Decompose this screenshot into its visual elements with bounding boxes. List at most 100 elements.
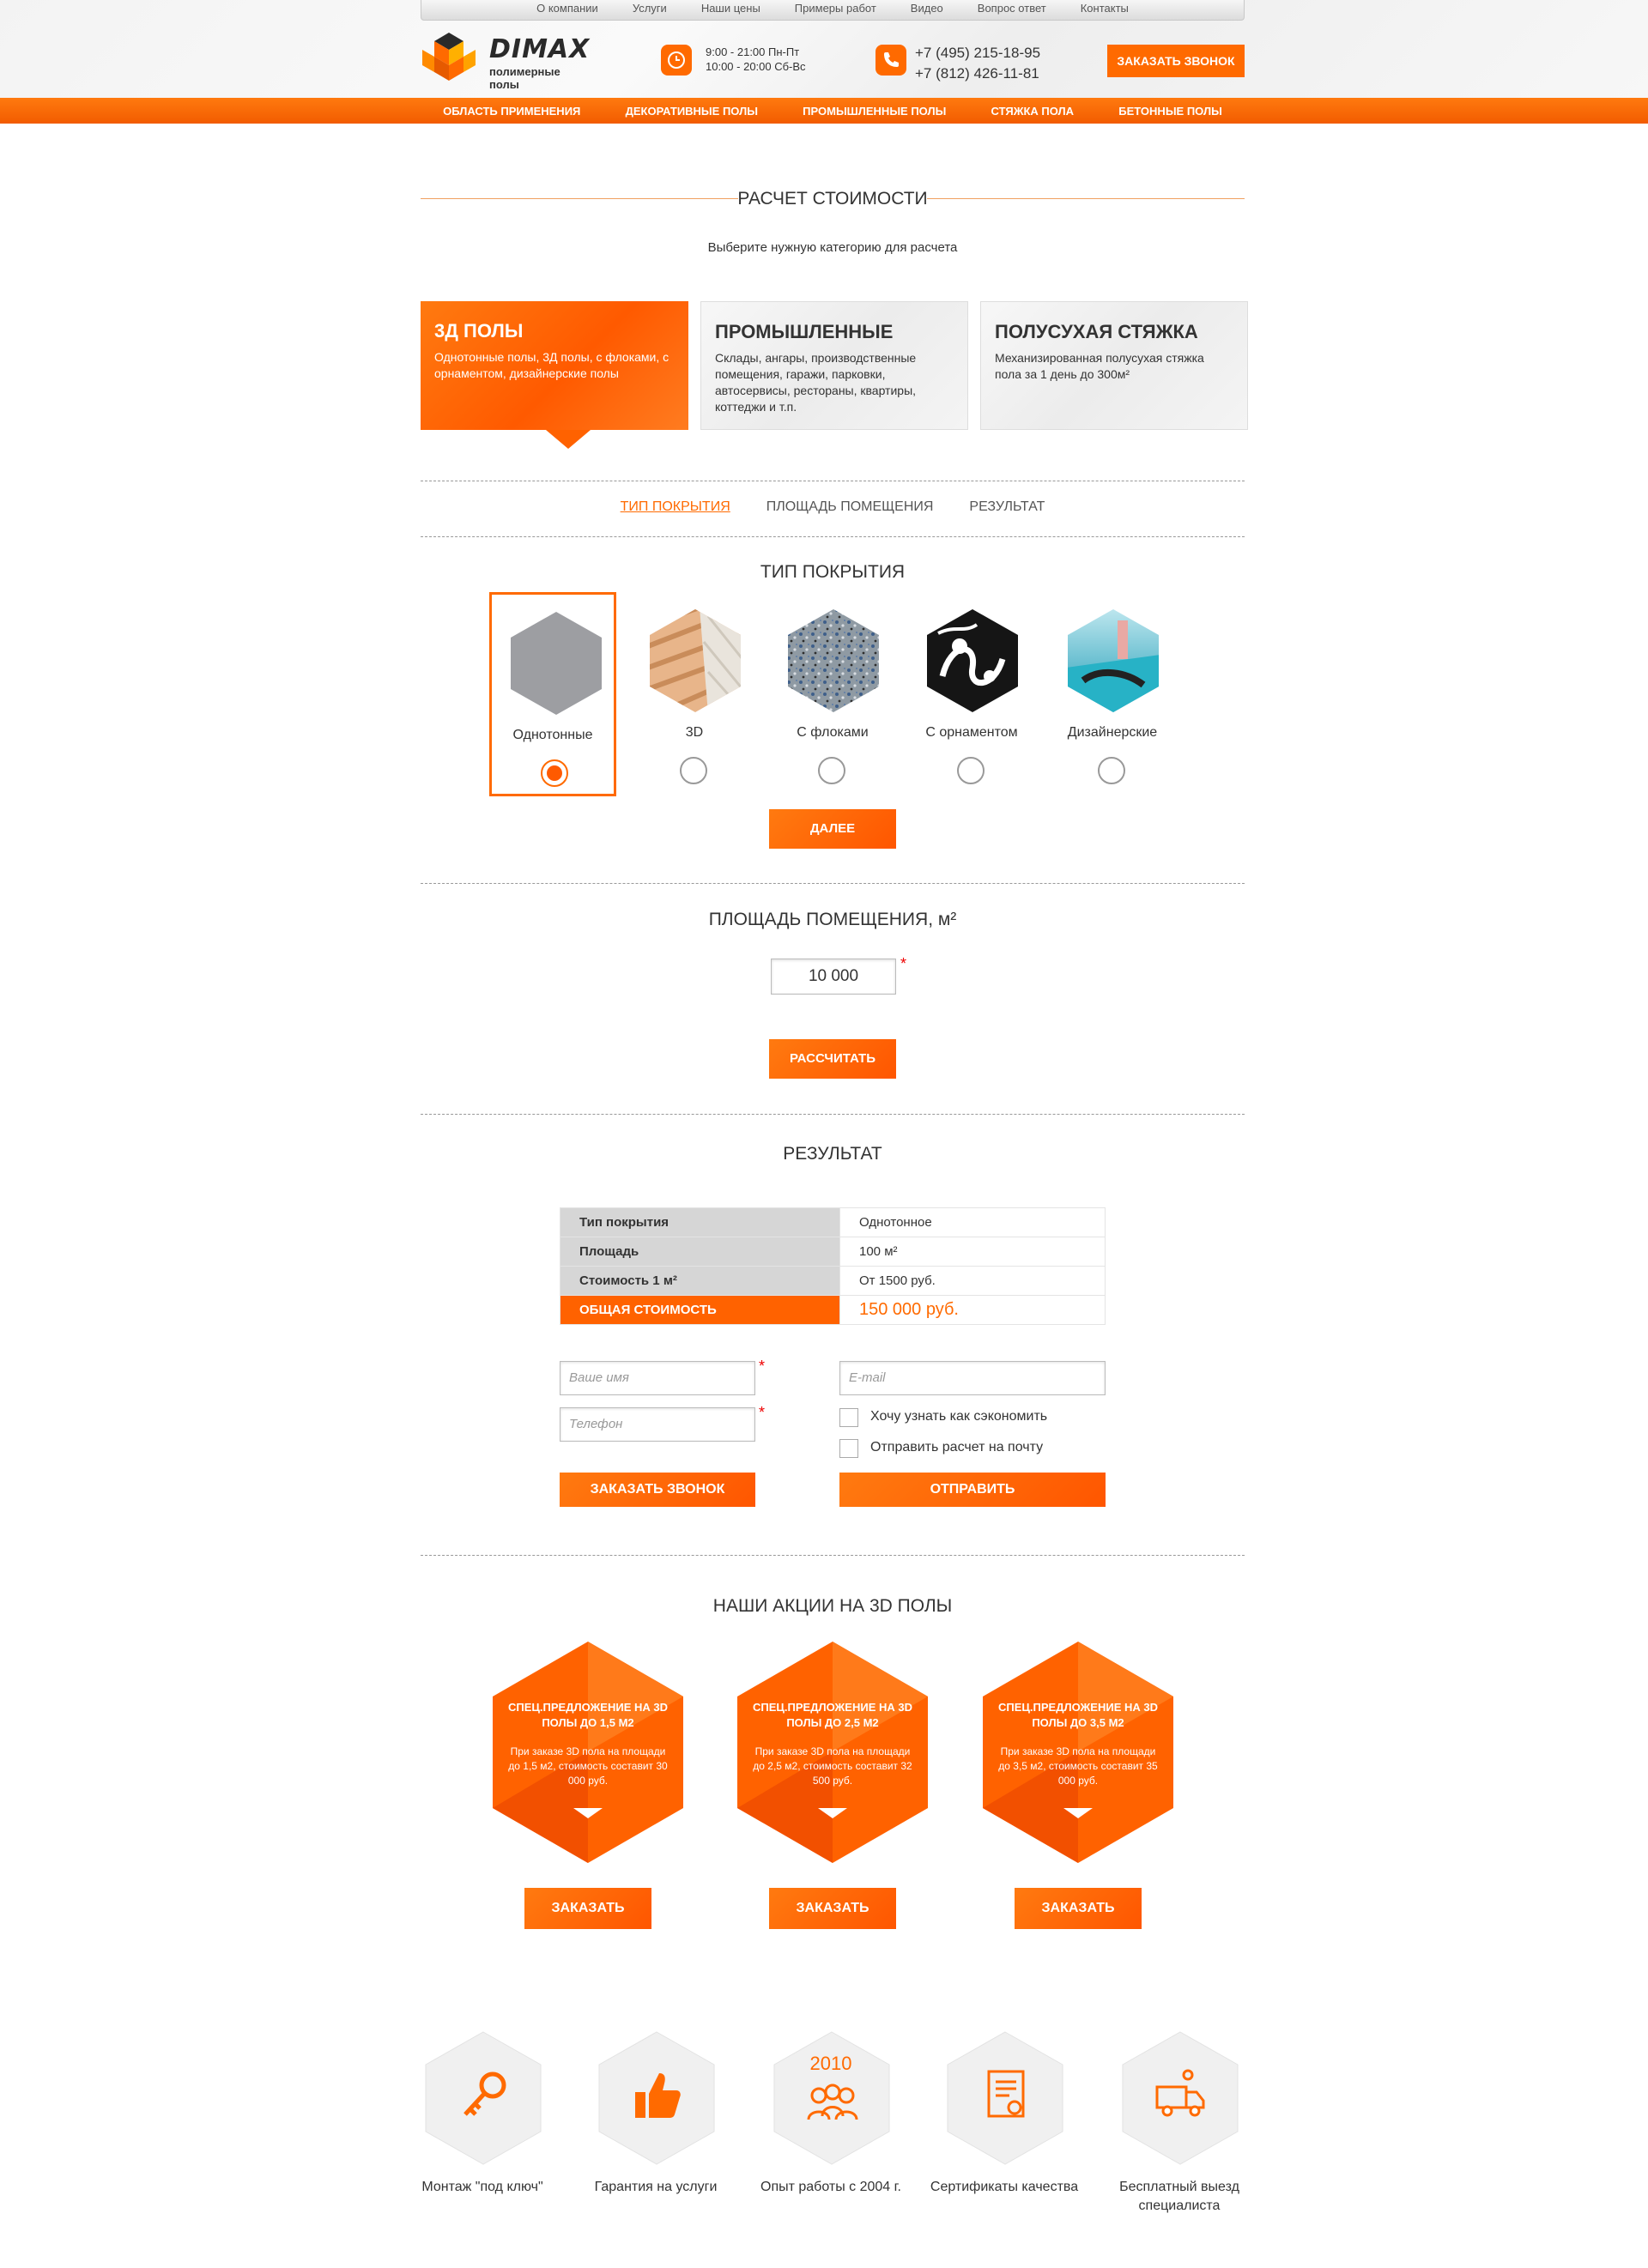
truck-icon [1155, 2069, 1205, 2117]
result-value: Однотонное [839, 1207, 1106, 1237]
next-button[interactable]: ДАЛЕЕ [769, 809, 896, 849]
logo-cubes-icon [422, 33, 476, 81]
calc-hint: Выберите нужную категорию для расчета [707, 240, 958, 255]
main-nav-item[interactable]: ПРОМЫШЛЕННЫЕ ПОЛЫ [803, 105, 946, 118]
feature-label: Гарантия на услуги [594, 2180, 718, 2194]
category-pointer [546, 430, 591, 449]
promo-order-button[interactable]: ЗАКАЗАТЬ [769, 1888, 896, 1929]
team-icon [807, 2084, 858, 2120]
certificate-icon [987, 2070, 1025, 2118]
phone-msk[interactable]: +7 (495) 215-18-95 [915, 43, 1040, 64]
phone-field[interactable]: Телефон [560, 1407, 755, 1442]
feature-label: Опыт работы с 2004 г. [760, 2180, 901, 2194]
table-row: Стоимость 1 м² От 1500 руб. [560, 1266, 1106, 1296]
promo-desc: При заказе 3D пола на площади до 2,5 м2,… [753, 1745, 912, 1787]
working-hours: 9:00 - 21:00 Пн-Пт 10:00 - 20:00 Сб-Вс [706, 45, 806, 74]
divider [421, 1555, 1245, 1556]
table-row-total: ОБЩАЯ СТОИМОСТЬ 150 000 руб. [560, 1295, 1106, 1325]
category-desc: Механизированная полусухая стяжка пола з… [995, 351, 1204, 381]
phones: +7 (495) 215-18-95 +7 (812) 426-11-81 [915, 43, 1040, 84]
hours-weekend: 10:00 - 20:00 Сб-Вс [706, 60, 806, 73]
top-nav-item[interactable]: Услуги [615, 0, 684, 20]
required-mark: * [759, 1404, 766, 1421]
coverage-label: 3D [685, 725, 704, 740]
feature-year: 2010 [809, 2053, 852, 2074]
divider [421, 1114, 1245, 1115]
logo-tagline: полимерные полы [489, 65, 560, 91]
ornament-swatch-icon [927, 609, 1018, 712]
coverage-title: ТИП ПОКРЫТИЯ [760, 562, 906, 582]
category-title: ПОЛУСУХАЯ СТЯЖКА [995, 321, 1198, 342]
hours-weekdays: 9:00 - 21:00 Пн-Пт [706, 45, 800, 58]
main-nav-item[interactable]: ОБЛАСТЬ ПРИМЕНЕНИЯ [443, 105, 580, 118]
top-nav-item[interactable]: Контакты [1063, 0, 1146, 20]
category-desc: Склады, ангары, производственные помещен… [715, 351, 917, 414]
main-nav-item[interactable]: ДЕКОРАТИВНЫЕ ПОЛЫ [626, 105, 758, 118]
arrow-down-icon [818, 1808, 847, 1818]
email-field[interactable]: E-mail [839, 1361, 1106, 1395]
category-desc: Однотонные полы, 3Д полы, с флоками, с о… [434, 350, 670, 380]
table-row: Площадь 100 м² [560, 1237, 1106, 1267]
section-title-calc: РАСЧЕТ СТОИМОСТИ [421, 187, 1245, 211]
category-industrial[interactable]: ПРОМЫШЛЕННЫЕ Склады, ангары, производств… [700, 301, 968, 430]
coverage-option-designer[interactable]: Дизайнерские [1049, 592, 1176, 796]
promos-title: НАШИ АКЦИИ НА 3D ПОЛЫ [712, 1596, 953, 1616]
feature-label: Сертификаты качества [930, 2180, 1079, 2194]
flakes-swatch-icon [788, 609, 879, 712]
mail-checkbox-label: Отправить расчет на почту [870, 1440, 1044, 1455]
order-call-button[interactable]: ЗАКАЗАТЬ ЗВОНОК [560, 1473, 755, 1507]
area-input[interactable]: 10 000 [771, 959, 896, 995]
top-nav-item[interactable]: О компании [519, 0, 615, 20]
send-button[interactable]: ОТПРАВИТЬ [839, 1473, 1106, 1507]
promo-title: СПЕЦ.ПРЕДЛОЖЕНИЕ НА 3D ПОЛЫ ДО 2,5 М2 [753, 1701, 912, 1729]
coverage-radio[interactable] [1098, 757, 1125, 784]
name-field[interactable]: Ваше имя [560, 1361, 755, 1395]
total-price: 150 000 руб. [839, 1295, 1106, 1325]
coverage-radio[interactable] [957, 757, 985, 784]
coverage-label: Дизайнерские [1067, 725, 1158, 740]
category-3d[interactable]: 3Д ПОЛЫ Однотонные полы, 3Д полы, с флок… [421, 301, 688, 430]
category-title: 3Д ПОЛЫ [434, 320, 524, 342]
top-nav-item[interactable]: Примеры работ [778, 0, 894, 20]
top-nav-item[interactable]: Видео [894, 0, 960, 20]
promo-title: СПЕЦ.ПРЕДЛОЖЕНИЕ НА 3D ПОЛЫ ДО 1,5 М2 [508, 1701, 668, 1729]
arrow-down-icon [1063, 1808, 1093, 1818]
result-key: Стоимость 1 м² [560, 1266, 840, 1296]
coverage-option-3d[interactable]: 3D [631, 592, 758, 796]
wood-swatch-icon [650, 609, 741, 712]
logo[interactable]: DIMAX полимерные полы [421, 31, 592, 91]
save-checkbox-label: Хочу узнать как сэкономить [870, 1409, 1048, 1424]
coverage-radio[interactable] [680, 757, 707, 784]
phone-icon [876, 45, 906, 76]
tab-coverage[interactable]: ТИП ПОКРЫТИЯ [621, 499, 730, 515]
tab-result[interactable]: РЕЗУЛЬТАТ [969, 499, 1045, 515]
phone-spb[interactable]: +7 (812) 426-11-81 [915, 64, 1040, 84]
save-checkbox[interactable] [839, 1408, 858, 1427]
coverage-option-solid[interactable]: Однотонные [489, 592, 616, 796]
designer-swatch-icon [1068, 609, 1159, 712]
promo-order-button[interactable]: ЗАКАЗАТЬ [524, 1888, 651, 1929]
callback-button[interactable]: ЗАКАЗАТЬ ЗВОНОК [1107, 45, 1245, 77]
tab-area[interactable]: ПЛОЩАДЬ ПОМЕЩЕНИЯ [766, 499, 934, 515]
promo-order-button[interactable]: ЗАКАЗАТЬ [1015, 1888, 1142, 1929]
main-nav-item[interactable]: СТЯЖКА ПОЛА [991, 105, 1075, 118]
coverage-label: С орнаментом [925, 725, 1018, 740]
coverage-option-flakes[interactable]: С флоками [769, 592, 896, 796]
top-nav-item[interactable]: Наши цены [684, 0, 778, 20]
mail-checkbox[interactable] [839, 1439, 858, 1458]
main-nav-item[interactable]: БЕТОННЫЕ ПОЛЫ [1118, 105, 1222, 118]
required-mark: * [759, 1358, 766, 1375]
result-value: 100 м² [839, 1237, 1106, 1267]
result-key: Тип покрытия [560, 1207, 840, 1237]
clock-icon [661, 45, 692, 76]
coverage-option-ornament[interactable]: С орнаментом [908, 592, 1035, 796]
feature-label: Бесплатный выезд специалиста [1119, 2180, 1239, 2213]
arrow-down-icon [573, 1808, 603, 1818]
promo-card: СПЕЦ.ПРЕДЛОЖЕНИЕ НА 3D ПОЛЫ ДО 1,5 М2 Пр… [489, 1640, 687, 1865]
coverage-radio[interactable] [818, 757, 845, 784]
category-screed[interactable]: ПОЛУСУХАЯ СТЯЖКА Механизированная полусу… [980, 301, 1248, 430]
calculate-button[interactable]: РАССЧИТАТЬ [769, 1039, 896, 1079]
coverage-radio[interactable] [541, 759, 568, 787]
top-nav-item[interactable]: Вопрос ответ [960, 0, 1063, 20]
top-nav: О компании Услуги Наши цены Примеры рабо… [421, 0, 1245, 21]
